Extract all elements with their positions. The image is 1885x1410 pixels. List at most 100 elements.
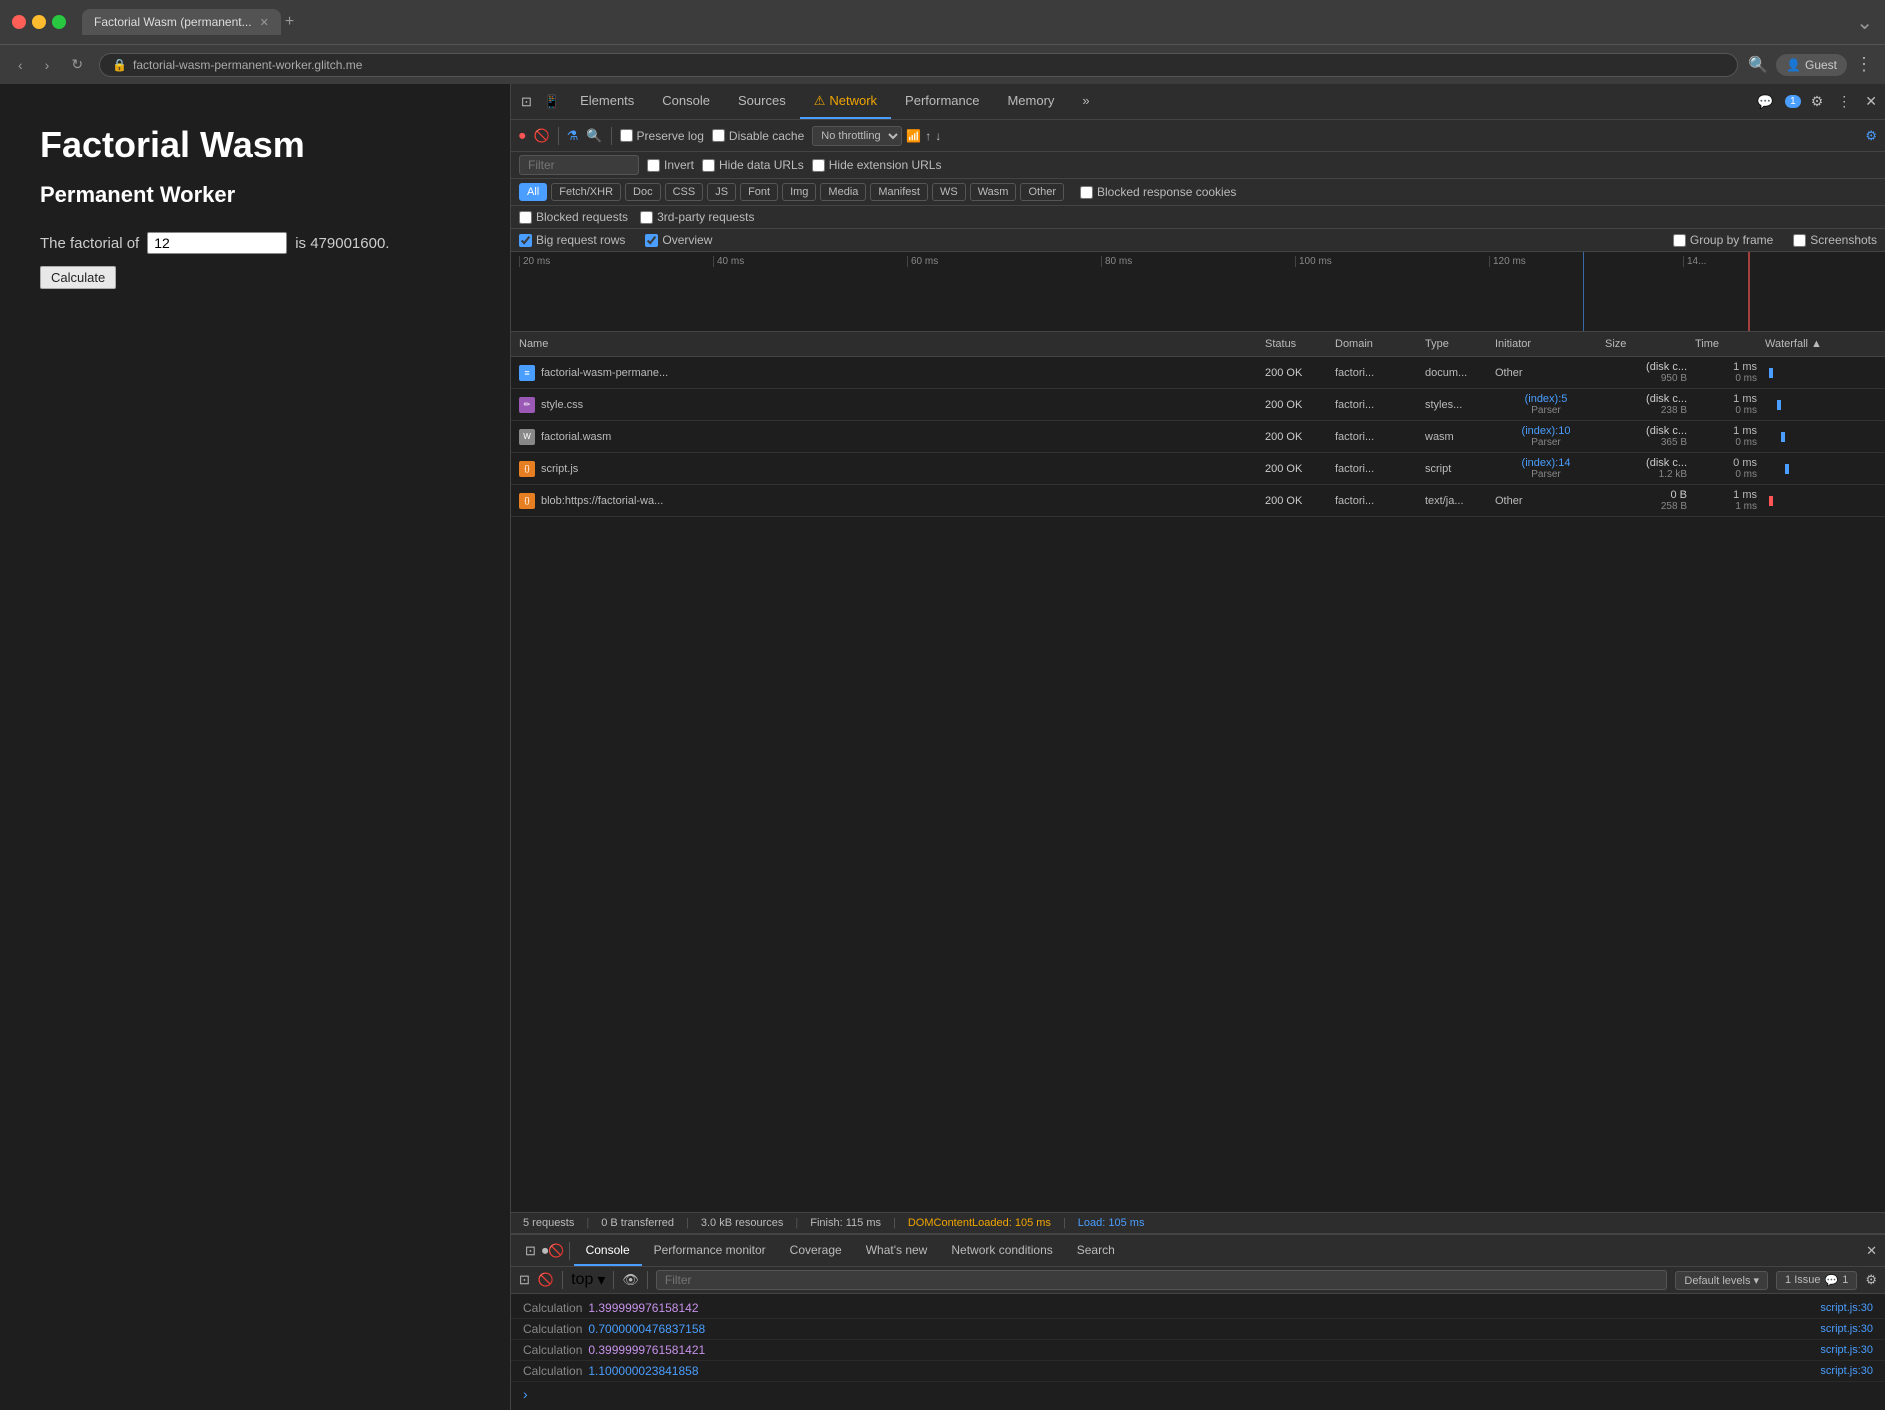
pill-fetch-xhr[interactable]: Fetch/XHR <box>551 183 621 201</box>
tab-close-icon[interactable]: ✕ <box>260 16 269 29</box>
th-time[interactable]: Time <box>1691 332 1761 356</box>
th-status[interactable]: Status <box>1261 332 1331 356</box>
calculate-button[interactable]: Calculate <box>40 266 116 289</box>
pill-css[interactable]: CSS <box>665 183 704 201</box>
network-settings-icon[interactable]: ⚙ <box>1865 128 1877 144</box>
disable-cache-input[interactable] <box>712 129 725 142</box>
hide-extension-input[interactable] <box>812 159 825 172</box>
hide-data-urls-checkbox[interactable]: Hide data URLs <box>702 158 804 172</box>
window-controls[interactable]: ⌄ <box>1856 10 1873 35</box>
third-party-checkbox[interactable]: 3rd-party requests <box>640 210 754 224</box>
pill-other[interactable]: Other <box>1020 183 1064 201</box>
disable-cache-checkbox[interactable]: Disable cache <box>712 129 804 143</box>
screenshots-checkbox[interactable]: Screenshots <box>1793 233 1877 247</box>
bottom-clear-icon[interactable]: 🚫 <box>548 1243 564 1259</box>
screenshots-input[interactable] <box>1793 234 1806 247</box>
tab-more[interactable]: » <box>1068 84 1103 119</box>
tab-sources[interactable]: Sources <box>724 84 800 119</box>
big-rows-checkbox[interactable]: Big request rows <box>519 233 625 247</box>
th-initiator[interactable]: Initiator <box>1491 332 1601 356</box>
tab-network[interactable]: ⚠ Network <box>800 84 891 119</box>
table-row[interactable]: W factorial.wasm 200 OK factori... wasm … <box>511 421 1885 453</box>
hide-data-urls-input[interactable] <box>702 159 715 172</box>
big-rows-input[interactable] <box>519 234 532 247</box>
bottom-tab-whats-new[interactable]: What's new <box>854 1235 940 1266</box>
th-name[interactable]: Name <box>515 332 1261 356</box>
bottom-close-icon[interactable]: ✕ <box>1866 1243 1877 1259</box>
settings-icon[interactable]: ⚙ <box>1807 89 1828 114</box>
maximize-button[interactable] <box>52 15 66 29</box>
overview-checkbox[interactable]: Overview <box>645 233 712 247</box>
group-frame-checkbox[interactable]: Group by frame <box>1673 233 1773 247</box>
bottom-tab-performance-monitor[interactable]: Performance monitor <box>642 1235 778 1266</box>
preserve-log-checkbox[interactable]: Preserve log <box>620 129 704 143</box>
invert-input[interactable] <box>647 159 660 172</box>
th-type[interactable]: Type <box>1421 332 1491 356</box>
pill-manifest[interactable]: Manifest <box>870 183 928 201</box>
guest-button[interactable]: 👤 Guest <box>1776 54 1847 76</box>
record-stop-icon[interactable]: ⏺ <box>519 128 526 144</box>
reload-button[interactable]: ↻ <box>65 54 89 75</box>
console-link-4[interactable]: script.js:30 <box>1820 1365 1873 1377</box>
bottom-tab-network-conditions[interactable]: Network conditions <box>939 1235 1064 1266</box>
tab-console[interactable]: Console <box>648 84 724 119</box>
customize-icon[interactable]: ⋮ <box>1833 89 1855 114</box>
pill-wasm[interactable]: Wasm <box>970 183 1017 201</box>
pill-media[interactable]: Media <box>820 183 866 201</box>
hide-extension-checkbox[interactable]: Hide extension URLs <box>812 158 942 172</box>
address-bar[interactable]: 🔒 factorial-wasm-permanent-worker.glitch… <box>99 53 1738 77</box>
bottom-tab-search[interactable]: Search <box>1065 1235 1127 1266</box>
new-tab-button[interactable]: + <box>285 13 294 31</box>
active-tab[interactable]: Factorial Wasm (permanent... ✕ <box>82 9 281 35</box>
upload-icon[interactable]: ↑ <box>925 129 931 143</box>
console-link-3[interactable]: script.js:30 <box>1820 1344 1873 1356</box>
tab-elements[interactable]: Elements <box>566 84 648 119</box>
console-clear-icon[interactable]: 🚫 <box>538 1272 554 1288</box>
bottom-tab-console[interactable]: Console <box>574 1235 642 1266</box>
console-expand-arrow[interactable]: › <box>511 1382 1885 1406</box>
factorial-input[interactable] <box>147 232 287 254</box>
pill-ws[interactable]: WS <box>932 183 966 201</box>
tab-performance[interactable]: Performance <box>891 84 993 119</box>
download-icon[interactable]: ↓ <box>935 129 941 143</box>
menu-icon[interactable]: ⋮ <box>1855 54 1873 75</box>
th-domain[interactable]: Domain <box>1331 332 1421 356</box>
devtools-sidebar-icon[interactable]: ⊡ <box>515 94 538 110</box>
blocked-requests-input[interactable] <box>519 211 532 224</box>
th-size[interactable]: Size <box>1601 332 1691 356</box>
table-row[interactable]: {} script.js 200 OK factori... script (i… <box>511 453 1885 485</box>
pill-font[interactable]: Font <box>740 183 778 201</box>
pill-all[interactable]: All <box>519 183 547 201</box>
throttle-select[interactable]: No throttling <box>812 126 902 146</box>
clear-icon[interactable]: 🚫 <box>534 128 550 144</box>
console-filter-input[interactable] <box>656 1270 1668 1290</box>
table-row[interactable]: ✏ style.css 200 OK factori... styles... … <box>511 389 1885 421</box>
search-icon[interactable]: 🔍 <box>586 128 602 144</box>
bottom-sidebar-icon[interactable]: ⊡ <box>519 1243 542 1259</box>
group-frame-input[interactable] <box>1673 234 1686 247</box>
back-button[interactable]: ‹ <box>12 55 29 75</box>
console-settings-icon[interactable]: ⚙ <box>1865 1272 1877 1288</box>
invert-checkbox[interactable]: Invert <box>647 158 694 172</box>
preserve-log-input[interactable] <box>620 129 633 142</box>
close-button[interactable] <box>12 15 26 29</box>
th-waterfall[interactable]: Waterfall ▲ <box>1761 332 1881 356</box>
pill-img[interactable]: Img <box>782 183 816 201</box>
devtools-phone-icon[interactable]: 📱 <box>538 94 566 110</box>
filter-icon[interactable]: ⚗ <box>567 128 579 144</box>
gear-settings-icon[interactable]: ⚙ <box>1865 127 1877 145</box>
forward-button[interactable]: › <box>39 55 56 75</box>
filter-input[interactable] <box>519 155 639 175</box>
overview-input[interactable] <box>645 234 658 247</box>
console-link-2[interactable]: script.js:30 <box>1820 1323 1873 1335</box>
wifi-icon[interactable]: 📶 <box>906 129 921 143</box>
table-row[interactable]: {} blob:https://factorial-wa... 200 OK f… <box>511 485 1885 517</box>
blocked-response-input[interactable] <box>1080 186 1093 199</box>
third-party-input[interactable] <box>640 211 653 224</box>
bottom-tab-coverage[interactable]: Coverage <box>778 1235 854 1266</box>
pill-doc[interactable]: Doc <box>625 183 661 201</box>
console-link-1[interactable]: script.js:30 <box>1820 1302 1873 1314</box>
minimize-button[interactable] <box>32 15 46 29</box>
pill-js[interactable]: JS <box>707 183 736 201</box>
tab-memory[interactable]: Memory <box>993 84 1068 119</box>
